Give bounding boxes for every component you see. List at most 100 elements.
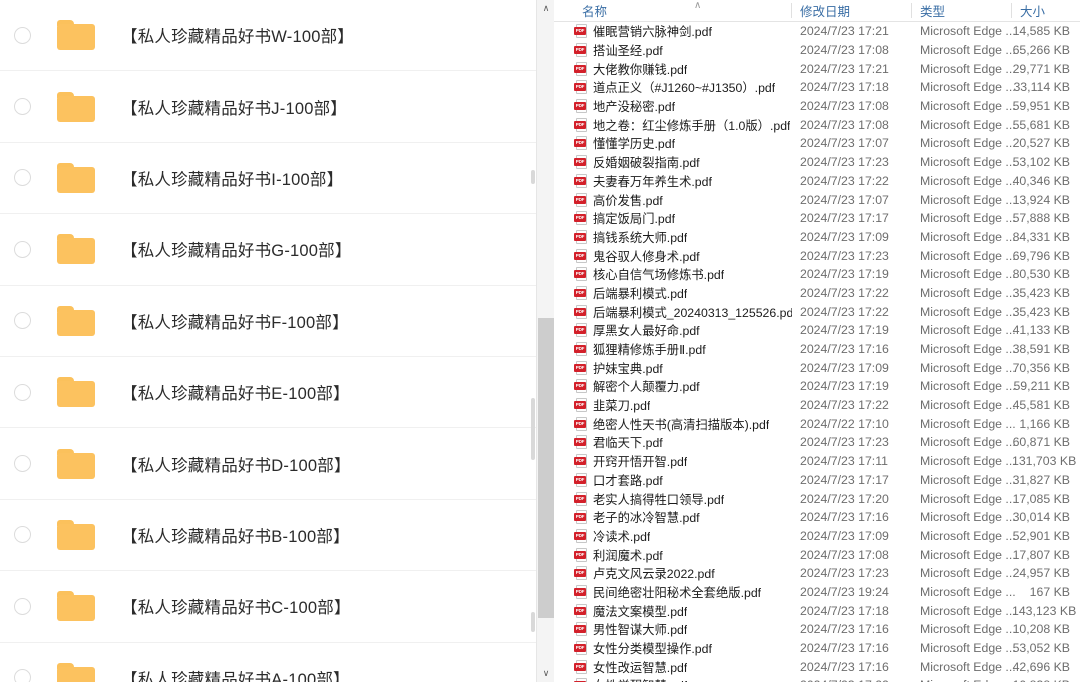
folder-row[interactable]: 【私人珍藏精品好书I-100部】 — [0, 143, 536, 215]
file-name-cell[interactable]: PDF 老子的冰冷智慧.pdf — [574, 508, 792, 526]
file-row[interactable]: PDF 口才套路.pdf 2024/7/23 17:17 Microsoft Edge… — [554, 471, 1080, 490]
file-name-cell[interactable]: PDF 鬼谷驭人修身术.pdf — [574, 247, 792, 265]
file-name-cell[interactable]: PDF 懂懂学历史.pdf — [574, 134, 792, 152]
file-row[interactable]: PDF 民间绝密壮阳秘术全套绝版.pdf 2024/7/23 19:24 Micros… — [554, 583, 1080, 602]
file-name-cell[interactable]: PDF 口才套路.pdf — [574, 471, 792, 489]
file-row[interactable]: PDF 卢克文风云录2022.pdf 2024/7/23 17:23 Microsof… — [554, 564, 1080, 583]
file-name-cell[interactable]: PDF 民间绝密壮阳秘术全套绝版.pdf — [574, 583, 792, 601]
file-row[interactable]: PDF 冷读术.pdf 2024/7/23 17:09 Microsoft Edge … — [554, 527, 1080, 546]
file-row[interactable]: PDF 护妹宝典.pdf 2024/7/23 17:09 Microsoft Edge… — [554, 358, 1080, 377]
scroll-up-arrow-icon[interactable]: ∧ — [537, 0, 555, 17]
file-name-cell[interactable]: PDF 魔法文案模型.pdf — [574, 602, 792, 620]
file-name-cell[interactable]: PDF 狐狸精修炼手册Ⅱ.pdf — [574, 340, 792, 358]
file-row[interactable]: PDF 地产没秘密.pdf 2024/7/23 17:08 Microsoft Edg… — [554, 97, 1080, 116]
file-row[interactable]: PDF 开窍开悟开智.pdf 2024/7/23 17:11 Microsoft Ed… — [554, 452, 1080, 471]
file-row[interactable]: PDF 地之卷：红尘修炼手册（1.0版）.pdf 2024/7/23 17:08 Mi… — [554, 115, 1080, 134]
file-name-cell[interactable]: PDF 利润魔术.pdf — [574, 546, 792, 564]
folder-select-checkbox[interactable] — [14, 597, 31, 615]
left-scrollbar-thumb-segment[interactable] — [531, 612, 535, 632]
folder-select-checkbox[interactable] — [14, 383, 31, 401]
file-row[interactable]: PDF 利润魔术.pdf 2024/7/23 17:08 Microsoft Edge… — [554, 545, 1080, 564]
file-row[interactable]: PDF 反婚姻破裂指南.pdf 2024/7/23 17:23 Microsoft E… — [554, 153, 1080, 172]
column-header-name[interactable]: 名称 — [574, 0, 792, 21]
folder-select-checkbox[interactable] — [14, 169, 31, 187]
file-row[interactable]: PDF 懂懂学历史.pdf 2024/7/23 17:07 Microsoft Edg… — [554, 134, 1080, 153]
file-name-cell[interactable]: PDF 卢克文风云录2022.pdf — [574, 564, 792, 582]
scrollbar-track[interactable] — [537, 17, 555, 318]
file-name-cell[interactable]: PDF 高价发售.pdf — [574, 191, 792, 209]
file-name-cell[interactable]: PDF 老实人搞得牲口领导.pdf — [574, 490, 792, 508]
folder-select-checkbox[interactable] — [14, 98, 31, 116]
file-row[interactable]: PDF 女性分类模型操作.pdf 2024/7/23 17:16 Microsoft … — [554, 639, 1080, 658]
folder-select-checkbox[interactable] — [14, 240, 31, 258]
folder-row[interactable]: 【私人珍藏精品好书C-100部】 — [0, 571, 536, 643]
folder-row[interactable]: 【私人珍藏精品好书A-100部】 — [0, 643, 536, 682]
file-name-cell[interactable]: PDF 男性智谋大师.pdf — [574, 620, 792, 638]
file-row[interactable]: PDF 解密个人颠覆力.pdf 2024/7/23 17:19 Microsoft E… — [554, 377, 1080, 396]
file-row[interactable]: PDF 催眠营销六脉神剑.pdf 2024/7/23 17:21 Microsoft … — [554, 22, 1080, 41]
folder-select-checkbox[interactable] — [14, 669, 31, 682]
file-name-cell[interactable]: PDF 夫妻春万年养生术.pdf — [574, 172, 792, 190]
left-scrollbar-thumb-segment[interactable] — [531, 170, 535, 184]
file-row[interactable]: PDF 老实人搞得牲口领导.pdf 2024/7/23 17:20 Microsoft… — [554, 489, 1080, 508]
file-row[interactable]: PDF 鬼谷驭人修身术.pdf 2024/7/23 17:23 Microsoft E… — [554, 246, 1080, 265]
file-row[interactable]: PDF 搞钱系统大师.pdf 2024/7/23 17:09 Microsoft Ed… — [554, 228, 1080, 247]
file-name-cell[interactable]: PDF 搞定饭局门.pdf — [574, 209, 792, 227]
file-name-cell[interactable]: PDF 搭讪圣经.pdf — [574, 41, 792, 59]
file-row[interactable]: PDF 绝密人性天书(高清扫描版本).pdf 2024/7/22 17:10 Micr… — [554, 414, 1080, 433]
column-header-type[interactable]: 类型 — [912, 0, 1012, 21]
file-name-cell[interactable]: PDF 解密个人颠覆力.pdf — [574, 377, 792, 395]
folder-select-checkbox[interactable] — [14, 312, 31, 330]
file-name-cell[interactable]: PDF 地之卷：红尘修炼手册（1.0版）.pdf — [574, 116, 792, 134]
folder-row[interactable]: 【私人珍藏精品好书G-100部】 — [0, 214, 536, 286]
file-name-cell[interactable]: PDF 绝密人性天书(高清扫描版本).pdf — [574, 415, 792, 433]
scroll-down-arrow-icon[interactable]: ∨ — [537, 665, 555, 682]
file-name-cell[interactable]: PDF 催眠营销六脉神剑.pdf — [574, 22, 792, 40]
file-name-cell[interactable]: PDF 道点正义（#J1260~#J1350）.pdf — [574, 78, 792, 96]
file-row[interactable]: PDF 韭菜刀.pdf 2024/7/23 17:22 Microsoft Edge … — [554, 396, 1080, 415]
folder-select-checkbox[interactable] — [14, 26, 31, 44]
file-name-cell[interactable]: PDF 后端暴利模式_20240313_125526.pdf — [574, 303, 792, 321]
file-row[interactable]: PDF 搞定饭局门.pdf 2024/7/23 17:17 Microsoft Edg… — [554, 209, 1080, 228]
file-row[interactable]: PDF 夫妻春万年养生术.pdf 2024/7/23 17:22 Microsoft … — [554, 172, 1080, 191]
file-row[interactable]: PDF 后端暴利模式.pdf 2024/7/23 17:22 Microsoft Ed… — [554, 284, 1080, 303]
file-row[interactable]: PDF 老子的冰冷智慧.pdf 2024/7/23 17:16 Microsoft E… — [554, 508, 1080, 527]
file-name-cell[interactable]: PDF 女性觉醒智慧.pdf — [574, 676, 792, 682]
file-row[interactable]: PDF 大佬教你赚钱.pdf 2024/7/23 17:21 Microsoft Ed… — [554, 59, 1080, 78]
explorer-vertical-scrollbar[interactable]: ∧ ∨ — [536, 0, 555, 682]
file-row[interactable]: PDF 核心自信气场修炼书.pdf 2024/7/23 17:19 Microsoft… — [554, 265, 1080, 284]
folder-row[interactable]: 【私人珍藏精品好书W-100部】 — [0, 0, 536, 72]
file-name-cell[interactable]: PDF 韭菜刀.pdf — [574, 396, 792, 414]
folder-row[interactable]: 【私人珍藏精品好书E-100部】 — [0, 357, 536, 429]
file-row[interactable]: PDF 道点正义（#J1260~#J1350）.pdf 2024/7/23 17:1… — [554, 78, 1080, 97]
file-name-cell[interactable]: PDF 君临天下.pdf — [574, 433, 792, 451]
file-row[interactable]: PDF 厚黑女人最好命.pdf 2024/7/23 17:19 Microsoft E… — [554, 321, 1080, 340]
file-name-cell[interactable]: PDF 厚黑女人最好命.pdf — [574, 321, 792, 339]
file-row[interactable]: PDF 男性智谋大师.pdf 2024/7/23 17:16 Microsoft Ed… — [554, 620, 1080, 639]
file-row[interactable]: PDF 君临天下.pdf 2024/7/23 17:23 Microsoft Edge… — [554, 433, 1080, 452]
file-name-cell[interactable]: PDF 核心自信气场修炼书.pdf — [574, 265, 792, 283]
file-row[interactable]: PDF 女性改运智慧.pdf 2024/7/23 17:16 Microsoft Ed… — [554, 657, 1080, 676]
folder-row[interactable]: 【私人珍藏精品好书D-100部】 — [0, 428, 536, 500]
file-row[interactable]: PDF 女性觉醒智慧.pdf 2024/7/23 17:22Microsoft Ed… — [554, 676, 1080, 682]
file-name-cell[interactable]: PDF 大佬教你赚钱.pdf — [574, 60, 792, 78]
folder-row[interactable]: 【私人珍藏精品好书B-100部】 — [0, 500, 536, 572]
file-name-cell[interactable]: PDF 地产没秘密.pdf — [574, 97, 792, 115]
file-name-cell[interactable]: PDF 女性分类模型操作.pdf — [574, 639, 792, 657]
column-header-size[interactable]: 大小 — [1012, 0, 1080, 21]
file-name-cell[interactable]: PDF 女性改运智慧.pdf — [574, 658, 792, 676]
file-name-cell[interactable]: PDF 冷读术.pdf — [574, 527, 792, 545]
file-name-cell[interactable]: PDF 后端暴利模式.pdf — [574, 284, 792, 302]
file-row[interactable]: PDF 后端暴利模式_20240313_125526.pdf 2024/7/23 1… — [554, 302, 1080, 321]
folder-row[interactable]: 【私人珍藏精品好书J-100部】 — [0, 71, 536, 143]
folder-select-checkbox[interactable] — [14, 526, 31, 544]
scrollbar-thumb[interactable] — [538, 318, 554, 618]
folder-select-checkbox[interactable] — [14, 455, 31, 473]
column-header-date-modified[interactable]: 修改日期 — [792, 0, 912, 21]
file-name-cell[interactable]: PDF 反婚姻破裂指南.pdf — [574, 153, 792, 171]
file-row[interactable]: PDF 高价发售.pdf 2024/7/23 17:07 Microsoft Edge… — [554, 190, 1080, 209]
file-row[interactable]: PDF 狐狸精修炼手册Ⅱ.pdf 2024/7/23 17:16 Microsoft … — [554, 340, 1080, 359]
left-scrollbar-thumb[interactable] — [531, 398, 535, 460]
file-name-cell[interactable]: PDF 开窍开悟开智.pdf — [574, 452, 792, 470]
file-name-cell[interactable]: PDF 护妹宝典.pdf — [574, 359, 792, 377]
